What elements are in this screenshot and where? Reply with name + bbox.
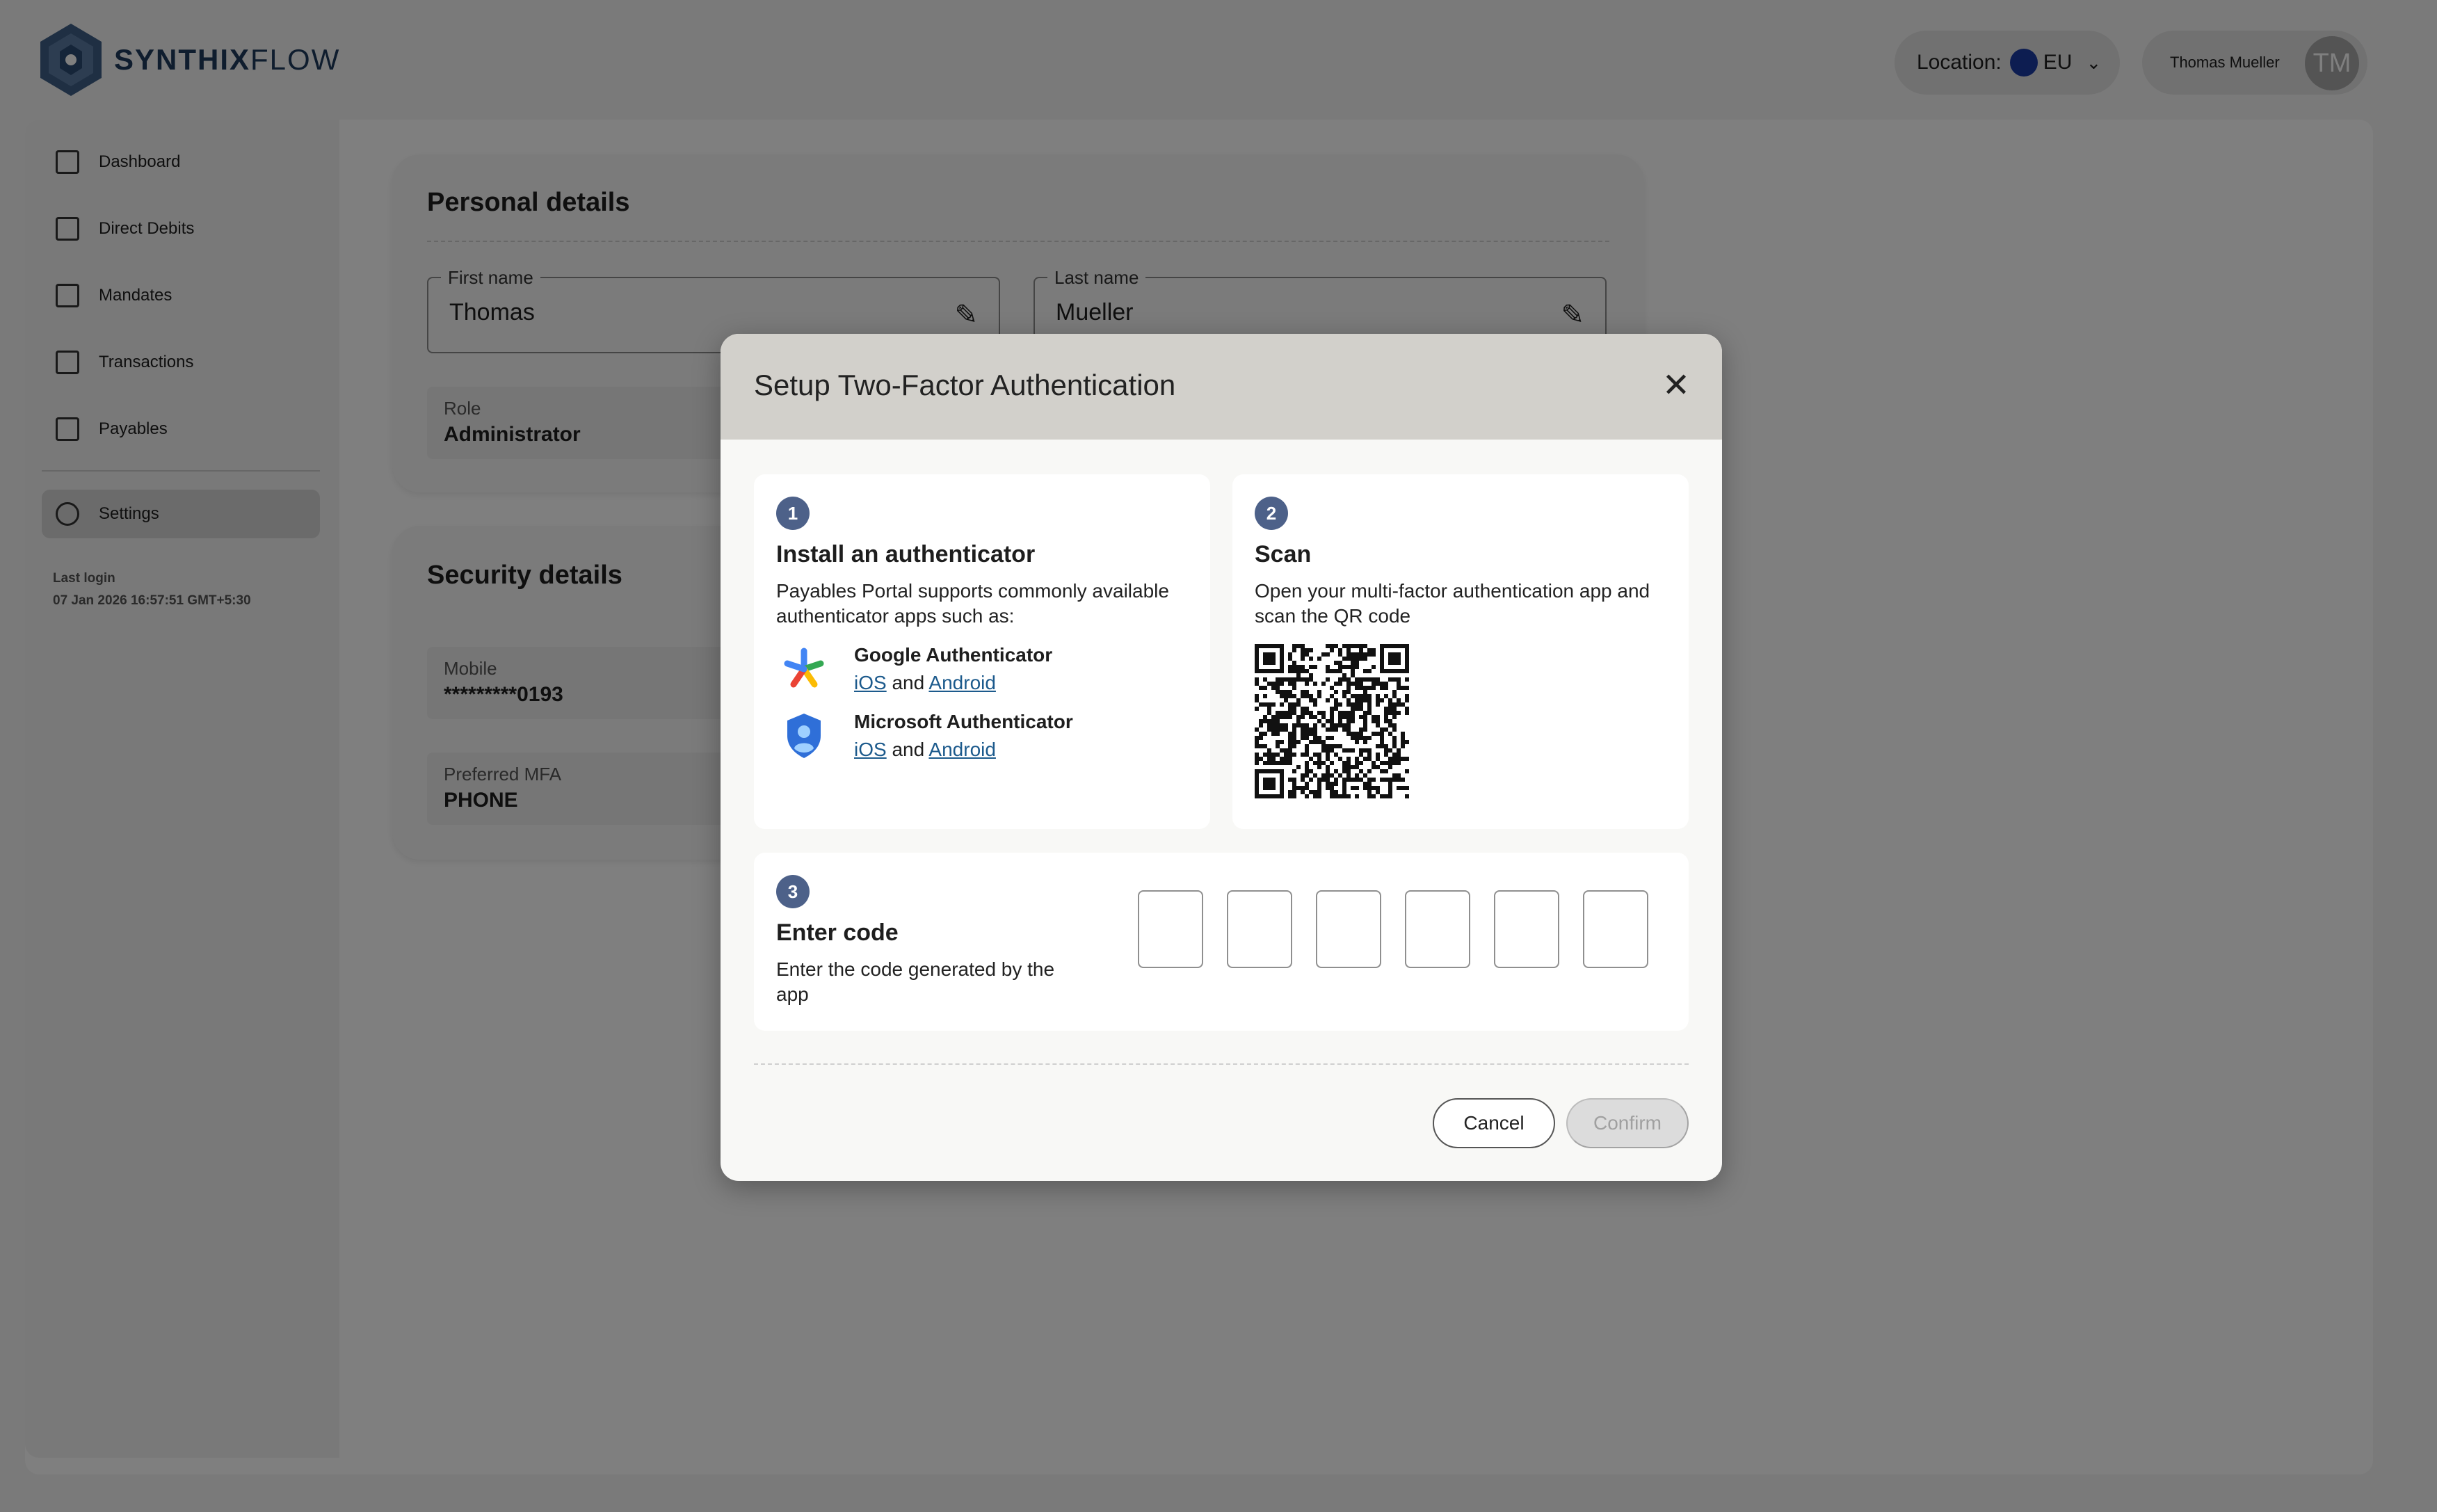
code-digit-2[interactable]	[1227, 890, 1292, 968]
android-link[interactable]: Android	[928, 672, 996, 693]
step-text: Payables Portal supports commonly availa…	[776, 580, 1169, 627]
code-digit-1[interactable]	[1138, 890, 1203, 968]
step-text: Enter the code generated by the app	[776, 958, 1055, 1005]
step-install-panel: 1 Install an authenticator Payables Port…	[754, 474, 1210, 829]
confirm-button[interactable]: Confirm	[1566, 1098, 1689, 1148]
dialog-divider	[754, 1063, 1689, 1065]
app-name: Google Authenticator	[854, 644, 1053, 666]
code-digit-6[interactable]	[1583, 890, 1648, 968]
step-badge: 1	[776, 497, 810, 530]
dialog-header: Setup Two-Factor Authentication ✕	[721, 334, 1722, 440]
app-name: Microsoft Authenticator	[854, 711, 1073, 732]
step-heading: Scan	[1255, 541, 1312, 568]
and-text: and	[892, 739, 925, 760]
app-links: iOS and Android	[854, 739, 996, 761]
dialog-title: Setup Two-Factor Authentication	[754, 369, 1176, 401]
qr-code	[1255, 644, 1409, 798]
code-digit-4[interactable]	[1405, 890, 1470, 968]
step-heading: Install an authenticator	[776, 541, 1036, 568]
cancel-button[interactable]: Cancel	[1433, 1098, 1555, 1148]
step-scan-panel: 2 Scan Open your multi-factor authentica…	[1232, 474, 1689, 829]
step-text: Open your multi-factor authentication ap…	[1255, 580, 1650, 627]
code-digit-5[interactable]	[1494, 890, 1559, 968]
two-factor-setup-dialog: Setup Two-Factor Authentication ✕ 1 Inst…	[721, 334, 1722, 1181]
step-badge: 2	[1255, 497, 1288, 530]
step-heading: Enter code	[776, 919, 899, 946]
app-links: iOS and Android	[854, 672, 996, 694]
step-badge: 3	[776, 875, 810, 908]
code-digit-3[interactable]	[1316, 890, 1381, 968]
microsoft-authenticator-icon	[787, 714, 821, 758]
ios-link[interactable]: iOS	[854, 739, 887, 760]
android-link[interactable]: Android	[928, 739, 996, 760]
and-text: and	[892, 672, 925, 693]
close-icon[interactable]: ✕	[1659, 369, 1693, 403]
ios-link[interactable]: iOS	[854, 672, 887, 693]
google-authenticator-icon	[784, 648, 824, 688]
